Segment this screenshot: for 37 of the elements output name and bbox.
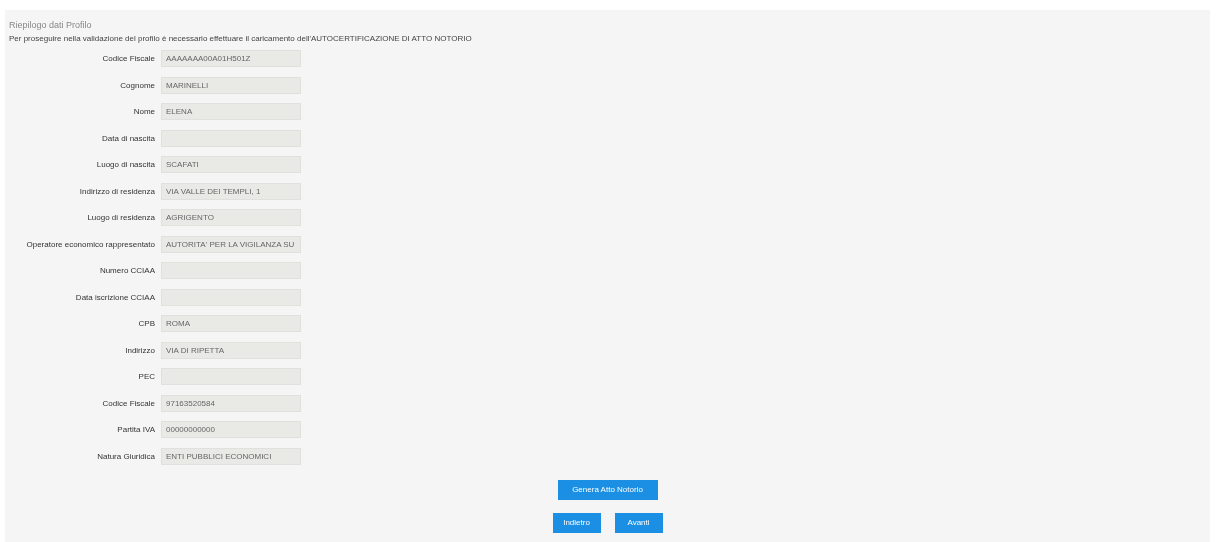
field-label: Numero CCIAA <box>98 266 156 275</box>
input-field[interactable]: ROMA <box>161 315 301 332</box>
nav-button[interactable]: Indietro <box>552 512 601 533</box>
input-field[interactable]: 97163520584 <box>161 394 301 412</box>
field-label: Indirizzo di residenza <box>78 186 156 196</box>
field-label: Partita IVA <box>116 425 156 434</box>
input-field[interactable] <box>161 129 301 147</box>
input-field[interactable] <box>161 262 301 279</box>
input-field[interactable]: ELENA <box>161 103 301 120</box>
input-field[interactable]: AGRIGENTO <box>161 209 301 226</box>
field-label: Data iscrizione CCIAA <box>74 292 156 302</box>
input-field[interactable]: AUTORITA' PER LA VIGILANZA SU <box>161 235 301 253</box>
field-label: Nome <box>132 107 156 116</box>
field-label: Codice Fiscale <box>101 54 156 63</box>
input-field[interactable] <box>161 368 301 385</box>
field-label: Indirizzo <box>124 345 156 355</box>
input-field[interactable]: VIA DI RIPETTA <box>161 341 301 359</box>
field-label: Operatore economico rappresentato <box>25 239 156 249</box>
field-label: Luogo di nascita <box>95 160 156 169</box>
field-label: Data di nascita <box>101 133 156 143</box>
field-label: Natura Giuridica <box>96 451 156 461</box>
field-label: PEC <box>137 372 156 381</box>
input-field[interactable]: 00000000000 <box>161 421 301 438</box>
input-field[interactable]: AAAAAAA00A01H501Z <box>161 50 301 67</box>
intro-text: Per proseguire nella validazione del profilo è necessario effettuare il caricamento dell'AUTOCERTIFICAZIONE DI ATTO NOTORIO <box>9 34 473 44</box>
input-field[interactable]: ENTI PUBBLICI ECONOMICI <box>161 447 301 465</box>
field-label: Cognome <box>119 80 156 90</box>
page-title: Riepilogo dati Profilo <box>9 20 93 32</box>
field-label: Luogo di residenza <box>86 213 156 222</box>
nav-button[interactable]: Avanti <box>614 512 663 533</box>
input-field[interactable]: SCAFATI <box>161 156 301 173</box>
generate-button[interactable]: Genera Atto Notorio <box>557 479 658 500</box>
input-field[interactable]: VIA VALLE DEI TEMPLI, 1 <box>161 182 301 200</box>
input-field[interactable] <box>161 288 301 306</box>
field-label: CPB <box>137 319 156 328</box>
field-label: Codice Fiscale <box>101 398 156 408</box>
input-field[interactable]: MARINELLI <box>161 76 301 94</box>
